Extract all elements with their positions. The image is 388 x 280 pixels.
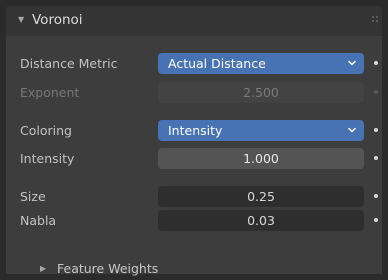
size-value: 0.25 [247,189,275,204]
coloring-value: Intensity [168,123,223,138]
chevron-down-icon [348,60,356,66]
distance-metric-label: Distance Metric [20,56,118,71]
row-distance-metric: Distance Metric Actual Distance [6,53,382,75]
nabla-value: 0.03 [247,213,275,228]
keyframe-dot-icon[interactable] [374,61,378,65]
distance-metric-value: Actual Distance [168,56,266,71]
row-nabla: Nabla 0.03 [6,210,382,232]
panel-title: Voronoi [32,12,83,28]
keyframe-dot-icon [374,90,378,94]
distance-metric-dropdown[interactable]: Actual Distance [158,53,364,74]
chevron-down-icon [348,127,356,133]
exponent-field: 2.500 [158,82,364,103]
triangle-down-icon: ▼ [18,15,25,24]
exponent-value: 2.500 [243,85,279,100]
keyframe-dot-icon[interactable] [374,128,378,132]
row-intensity: Intensity 1.000 [6,148,382,170]
row-size: Size 0.25 [6,186,382,208]
keyframe-dot-icon[interactable] [374,194,378,198]
keyframe-dot-icon[interactable] [374,218,378,222]
panel-header[interactable]: ▼ Voronoi [6,6,382,36]
feature-weights-subpanel-header[interactable]: ▶ Feature Weights [6,258,382,280]
exponent-label: Exponent [20,85,80,100]
drag-grip-icon[interactable] [372,16,380,24]
size-field[interactable]: 0.25 [158,186,364,207]
triangle-right-icon: ▶ [40,264,47,273]
keyframe-dot-icon[interactable] [374,156,378,160]
size-label: Size [20,189,46,204]
nabla-field[interactable]: 0.03 [158,210,364,231]
row-coloring: Coloring Intensity [6,120,382,142]
intensity-value: 1.000 [243,151,279,166]
intensity-label: Intensity [20,151,75,166]
coloring-label: Coloring [20,123,72,138]
voronoi-panel: ▼ Voronoi Distance Metric Actual Distanc… [6,6,382,276]
nabla-label: Nabla [20,213,57,228]
coloring-dropdown[interactable]: Intensity [158,120,364,141]
intensity-field[interactable]: 1.000 [158,148,364,169]
row-exponent: Exponent 2.500 [6,82,382,104]
